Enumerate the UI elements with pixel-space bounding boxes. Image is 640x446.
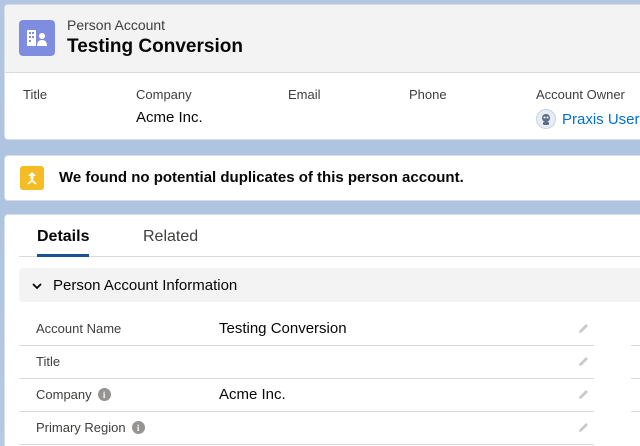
highlight-label: Account Owner [536, 87, 625, 102]
highlight-label: Email [288, 87, 321, 102]
info-icon[interactable]: i [131, 421, 145, 434]
field-title: Title [19, 346, 594, 379]
highlights-panel: Title Company Acme Inc. Email Phone Acco… [5, 73, 640, 141]
field-account-name: Account Name Testing Conversion [19, 313, 594, 346]
field-label-text: Title [36, 354, 61, 369]
tab-bar: Details Related [19, 215, 640, 257]
highlight-label: Phone [409, 87, 447, 102]
highlight-label: Title [23, 87, 48, 102]
field-label: Company i [36, 387, 111, 402]
person-account-icon [19, 20, 55, 56]
field-label: Title [36, 354, 60, 369]
highlight-value: Acme Inc. [136, 109, 203, 126]
tab-details[interactable]: Details [37, 228, 90, 257]
section-title: Person Account Information [53, 277, 238, 294]
field-label-text: Primary Region [36, 420, 126, 435]
field-label-text: Account Name [36, 321, 122, 336]
field-value: Acme Inc. [219, 386, 286, 403]
section-header[interactable]: Person Account Information [19, 268, 640, 302]
chevron-down-icon [31, 279, 43, 297]
column-divider [631, 345, 640, 346]
edit-pencil-icon[interactable] [577, 322, 590, 340]
field-value: Testing Conversion [219, 320, 347, 337]
edit-pencil-icon[interactable] [577, 421, 590, 439]
column-divider [631, 378, 640, 379]
highlight-email: Email [288, 87, 321, 109]
field-label: Account Name [36, 321, 121, 336]
page-title: Testing Conversion [67, 36, 243, 57]
field-primary-region: Primary Region i [19, 412, 594, 445]
object-type-label: Person Account [67, 17, 166, 33]
user-avatar-icon [536, 109, 556, 129]
field-company: Company i Acme Inc. [19, 379, 594, 412]
record-header: Person Account Testing Conversion Title … [4, 4, 640, 140]
highlight-phone: Phone [409, 87, 447, 109]
highlight-account-owner: Account Owner Praxis User [536, 87, 640, 129]
edit-pencil-icon[interactable] [577, 355, 590, 373]
record-header-top: Person Account Testing Conversion [5, 5, 640, 73]
tab-related[interactable]: Related [143, 228, 198, 257]
highlight-company: Company Acme Inc. [136, 87, 203, 126]
field-label-text: Company [36, 387, 92, 402]
highlight-label: Company [136, 87, 192, 102]
highlight-title: Title [23, 87, 47, 109]
account-owner-link[interactable]: Praxis User [536, 109, 640, 129]
duplicate-notice: We found no potential duplicates of this… [4, 155, 640, 201]
account-owner-name[interactable]: Praxis User [562, 111, 640, 128]
field-label: Primary Region i [36, 420, 145, 435]
duplicate-merge-icon [20, 166, 44, 190]
info-icon[interactable]: i [97, 388, 111, 401]
duplicate-message: We found no potential duplicates of this… [59, 169, 464, 186]
edit-pencil-icon[interactable] [577, 388, 590, 406]
record-detail-card: Details Related Person Account Informati… [4, 214, 640, 446]
column-divider [631, 411, 640, 412]
